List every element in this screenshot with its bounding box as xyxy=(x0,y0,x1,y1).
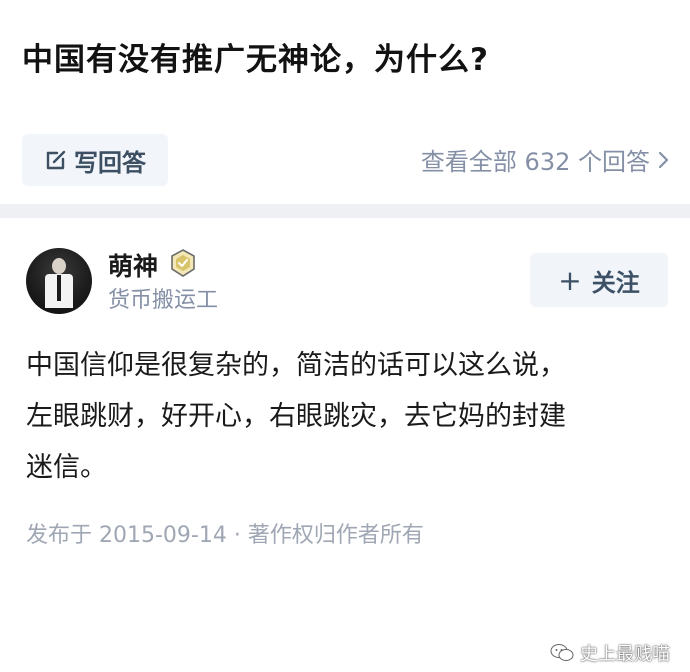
view-all-label: 查看全部 632 个回答 xyxy=(420,148,650,176)
avatar-figure-tie xyxy=(57,275,61,301)
answer-content: 中国信仰是很复杂的，简洁的话可以这么说， 左眼跳财，好开心，右眼跳灾，去它妈的封… xyxy=(26,340,672,493)
view-all-answers-link[interactable]: 查看全部 632 个回答 xyxy=(421,142,670,177)
question-title[interactable]: 中国有没有推广无神论，为什么? xyxy=(22,36,672,84)
avatar[interactable] xyxy=(26,248,92,314)
follow-button[interactable]: + 关注 xyxy=(530,253,668,307)
author-name-row[interactable]: 萌神 xyxy=(108,248,198,286)
author-bio: 货币搬运工 xyxy=(108,288,219,313)
answer-line: 左眼跳财，好开心，右眼跳灾，去它妈的封建 xyxy=(26,401,566,432)
watermark: 史上最贱喵 xyxy=(550,640,670,666)
answer-line: 中国信仰是很复杂的，简洁的话可以这么说， xyxy=(26,350,566,381)
author-name: 萌神 xyxy=(108,252,159,281)
answer-page: 中国有没有推广无神论，为什么? 写回答 查看全部 632 个回答 萌神 货币搬运… xyxy=(0,0,690,672)
answer-line: 迷信。 xyxy=(26,452,107,483)
wechat-icon xyxy=(550,644,574,661)
answer-action-row: 写回答 查看全部 632 个回答 xyxy=(0,128,690,190)
publish-meta: 发布于 2015-09-14 · 著作权归作者所有 xyxy=(26,523,424,548)
chevron-right-icon xyxy=(658,151,669,168)
write-answer-label: 写回答 xyxy=(74,148,146,177)
avatar-figure-head xyxy=(52,258,66,274)
verified-badge-icon xyxy=(168,248,198,286)
edit-icon xyxy=(46,150,66,170)
follow-label: 关注 xyxy=(591,268,640,297)
plus-icon: + xyxy=(558,263,582,297)
section-divider xyxy=(0,204,690,218)
write-answer-button[interactable]: 写回答 xyxy=(22,134,168,186)
watermark-text: 史上最贱喵 xyxy=(580,644,670,665)
